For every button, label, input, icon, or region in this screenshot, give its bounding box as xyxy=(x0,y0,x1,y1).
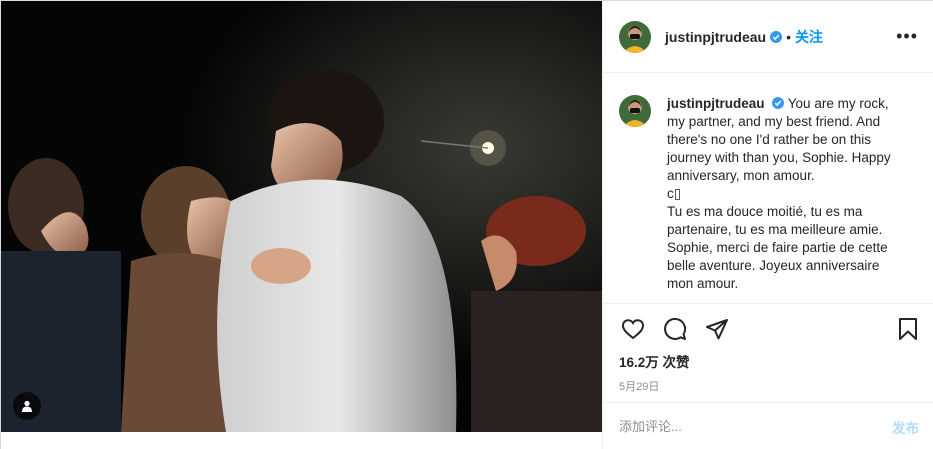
share-button[interactable] xyxy=(703,315,731,343)
separator-dot: • xyxy=(786,28,792,45)
post-caption: justinpjtrudeau You are my rock, my part… xyxy=(603,73,933,303)
caption-line: c▯ xyxy=(667,186,682,201)
heart-icon xyxy=(621,318,645,339)
post-header: justinpjtrudeau • 关注 ••• xyxy=(603,1,933,73)
caption-line: my partner, and my best friend. And xyxy=(667,114,881,129)
comment-button[interactable] xyxy=(661,315,689,343)
author-avatar[interactable] xyxy=(619,20,651,53)
caption-line: journey with than you, Sophie. Happy xyxy=(667,150,891,165)
comment-bar: 发布 xyxy=(603,402,933,449)
post-actions xyxy=(603,303,933,353)
caption-text: justinpjtrudeau You are my rock, my part… xyxy=(667,95,917,303)
caption-line: anniversary, mon amour. xyxy=(667,168,815,183)
caption-line: partenaire, tu es ma meilleure amie. xyxy=(667,222,883,237)
like-count[interactable]: 16.2万 次赞 xyxy=(603,353,933,373)
comment-icon xyxy=(664,317,687,340)
caption-line: mon amour. xyxy=(667,276,739,291)
caption-line: there's no one I'd rather be on this xyxy=(667,132,872,147)
caption-username[interactable]: justinpjtrudeau xyxy=(667,96,765,111)
caption-line: Sophie, merci de faire partie de cette xyxy=(667,240,888,255)
post-date[interactable]: 5月29日 xyxy=(603,373,933,401)
tagged-users-button[interactable] xyxy=(13,392,41,420)
instagram-post: justinpjtrudeau • 关注 ••• justinpjtrudeau… xyxy=(0,0,933,449)
avatar-image xyxy=(619,95,651,127)
post-photo[interactable] xyxy=(1,1,602,432)
post-side-panel: justinpjtrudeau • 关注 ••• justinpjtrudeau… xyxy=(602,1,933,449)
post-comment-button[interactable]: 发布 xyxy=(892,417,919,437)
verified-badge-icon xyxy=(770,30,783,43)
comment-input[interactable] xyxy=(619,419,892,434)
caption-line: Tu es ma douce moitié, tu es ma xyxy=(667,204,863,219)
share-icon xyxy=(706,318,728,339)
user-tag-icon xyxy=(22,400,32,412)
caption-line: belle aventure. Joyeux anniversaire xyxy=(667,258,880,273)
caption-author-avatar[interactable] xyxy=(619,95,651,127)
follow-button[interactable]: 关注 xyxy=(795,27,823,47)
caption-line: You are my rock, xyxy=(787,96,889,111)
photo-footer xyxy=(1,432,602,449)
more-options-icon[interactable]: ••• xyxy=(896,26,918,47)
like-button[interactable] xyxy=(619,315,647,343)
author-username[interactable]: justinpjtrudeau xyxy=(665,29,766,45)
bookmark-icon xyxy=(899,317,917,340)
verified-badge-icon xyxy=(772,97,785,109)
save-button[interactable] xyxy=(894,315,922,343)
avatar-image xyxy=(619,20,651,53)
post-image xyxy=(1,1,602,432)
